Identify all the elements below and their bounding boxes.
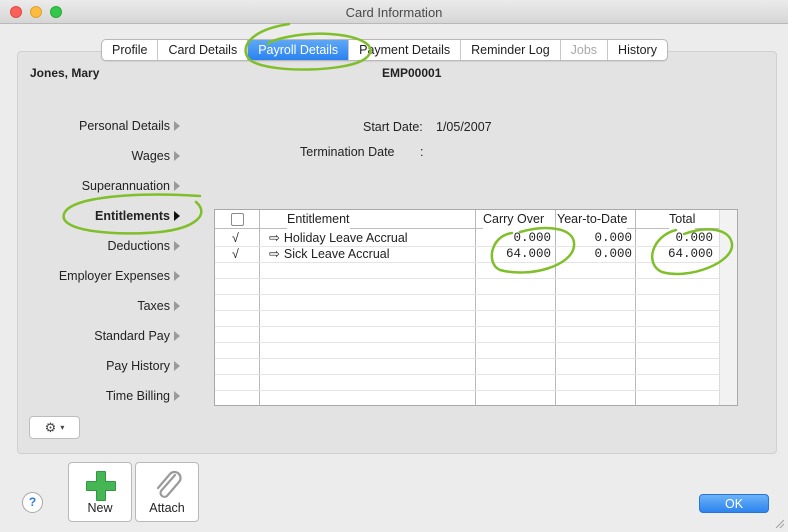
sidenav-item-personal-details[interactable]: Personal Details [79, 116, 180, 136]
row-divider [215, 358, 719, 359]
sidenav-item-label: Superannuation [81, 179, 170, 193]
column-divider [259, 210, 260, 405]
tab-jobs: Jobs [561, 40, 609, 60]
attach-button[interactable]: Attach [135, 462, 199, 522]
carry-over-cell[interactable]: 0.000 [477, 230, 551, 246]
sidenav-item-label: Time Billing [105, 389, 170, 403]
paperclip-icon [156, 470, 182, 498]
start-date-label: Start Date: [363, 120, 423, 134]
row-divider [215, 294, 719, 295]
entitlement-name-cell: ⇨ Sick Leave Accrual [269, 246, 390, 262]
triangle-right-icon [174, 121, 180, 131]
triangle-right-icon [174, 181, 180, 191]
triangle-right-icon [174, 391, 180, 401]
triangle-right-icon [174, 331, 180, 341]
resize-grip-icon[interactable] [774, 518, 784, 528]
column-divider [635, 210, 636, 405]
sidenav-item-deductions[interactable]: Deductions [107, 236, 180, 256]
plus-icon [86, 471, 116, 501]
sidenav-item-label: Deductions [107, 239, 170, 253]
arrow-right-outline-icon[interactable]: ⇨ [269, 230, 280, 246]
row-divider [215, 310, 719, 311]
sidenav-item-label: Standard Pay [94, 329, 170, 343]
tab-reminder-log[interactable]: Reminder Log [461, 40, 561, 60]
row-check-mark[interactable]: √ [232, 246, 239, 262]
termination-date-label: Termination Date [300, 145, 395, 159]
entitlements-table: Entitlement Carry Over Year-to-Date Tota… [214, 209, 738, 406]
entitlement-name: Sick Leave Accrual [283, 247, 390, 261]
sidenav-item-label: Entitlements [94, 209, 170, 223]
row-divider [215, 374, 719, 375]
title-bar: Card Information [0, 0, 788, 24]
tab-payroll-details[interactable]: Payroll Details [248, 40, 350, 60]
triangle-right-icon [174, 361, 180, 371]
ytd-cell: 0.000 [594, 231, 632, 245]
column-divider [475, 210, 476, 405]
row-check-mark[interactable]: √ [232, 230, 239, 246]
ytd-cell: 0.000 [594, 247, 632, 261]
carry-over-cell[interactable]: 64.000 [477, 246, 551, 262]
start-date-value: 1/05/2007 [436, 120, 492, 134]
chevron-down-icon: ▾ [60, 423, 65, 432]
tab-bar: Profile Card Details Payroll Details Pay… [101, 39, 668, 61]
sidenav-item-label: Taxes [137, 299, 170, 313]
settings-menu-button[interactable]: ⚙ ▾ [29, 416, 80, 439]
triangle-right-icon [174, 271, 180, 281]
entitlement-name: Holiday Leave Accrual [283, 231, 408, 245]
column-header-entitlement[interactable]: Entitlement [287, 210, 350, 229]
triangle-right-icon [174, 301, 180, 311]
sidenav-item-employer-expenses[interactable]: Employer Expenses [59, 266, 180, 286]
sidenav-item-superannuation[interactable]: Superannuation [82, 176, 180, 196]
total-cell: 0.000 [675, 231, 713, 245]
new-button-label: New [87, 501, 113, 515]
sidenav-item-label: Wages [131, 149, 170, 163]
sidenav-item-wages[interactable]: Wages [132, 146, 180, 166]
sidenav-item-label: Employer Expenses [58, 269, 170, 283]
sidenav-item-standard-pay[interactable]: Standard Pay [94, 326, 180, 346]
column-header-total[interactable]: Total [669, 210, 696, 229]
column-header-ytd[interactable]: Year-to-Date [557, 210, 628, 229]
tab-history[interactable]: History [608, 40, 667, 60]
sidenav-item-label: Pay History [106, 359, 170, 373]
help-button[interactable]: ? [22, 492, 43, 513]
window-title: Card Information [345, 5, 443, 20]
arrow-right-outline-icon[interactable]: ⇨ [269, 246, 280, 262]
ok-button[interactable]: OK [699, 494, 769, 513]
triangle-right-icon [174, 241, 180, 251]
tab-profile[interactable]: Profile [102, 40, 159, 60]
tab-card-details[interactable]: Card Details [158, 40, 249, 60]
employee-id: EMP00001 [382, 66, 442, 80]
triangle-right-icon [174, 211, 180, 221]
table-scrollbar[interactable] [719, 210, 737, 405]
sidenav-item-entitlements[interactable]: Entitlements [95, 206, 180, 226]
attach-button-label: Attach [149, 501, 185, 515]
sidenav-item-label: Personal Details [78, 119, 170, 133]
tab-payment-details[interactable]: Payment Details [349, 40, 462, 60]
row-divider [215, 342, 719, 343]
termination-date-colon: : [420, 145, 424, 159]
total-cell: 64.000 [667, 247, 713, 261]
row-divider [215, 326, 719, 327]
sidenav-item-taxes[interactable]: Taxes [137, 296, 180, 316]
select-all-checkbox[interactable] [231, 213, 244, 226]
row-divider [215, 262, 719, 263]
column-header-carry-over[interactable]: Carry Over [483, 210, 545, 229]
entitlement-name-cell: ⇨ Holiday Leave Accrual [269, 230, 408, 246]
sidenav-item-pay-history[interactable]: Pay History [106, 356, 180, 376]
employee-name: Jones, Mary [30, 66, 100, 80]
column-divider [555, 210, 556, 405]
sidenav-item-time-billing[interactable]: Time Billing [106, 386, 180, 406]
triangle-right-icon [174, 151, 180, 161]
new-button[interactable]: New [68, 462, 132, 522]
gear-icon: ⚙ [44, 419, 57, 435]
row-divider [215, 278, 719, 279]
row-divider [215, 390, 719, 391]
